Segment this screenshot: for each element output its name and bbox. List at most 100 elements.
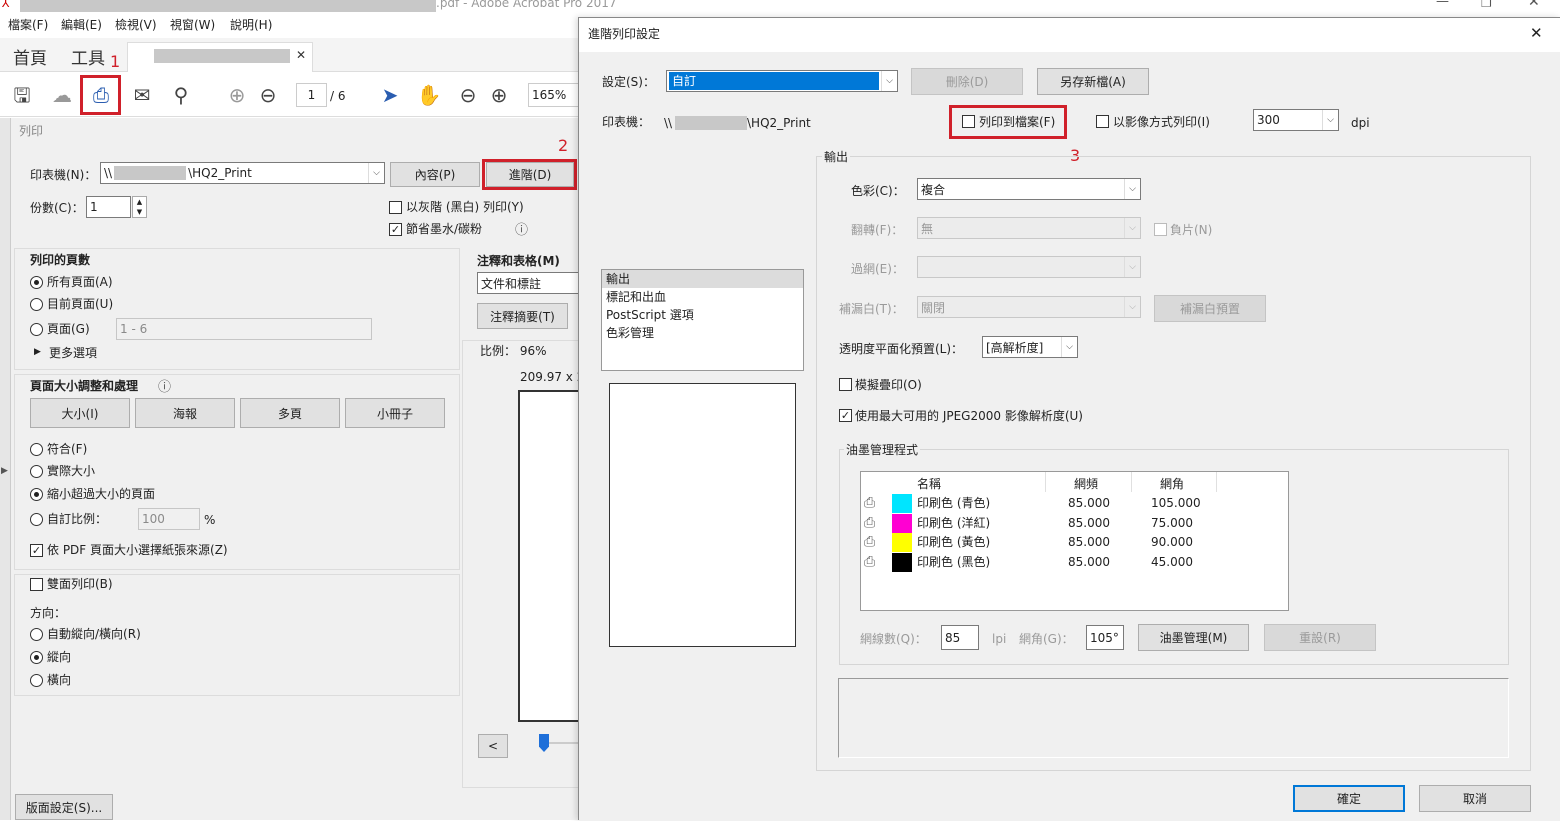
- next-page-icon[interactable]: ⊖: [255, 83, 281, 107]
- menu-window[interactable]: 視窗(W): [170, 17, 215, 33]
- radio-actual-size[interactable]: [30, 465, 43, 478]
- highlight-advanced-button: [482, 159, 577, 190]
- summarize-comments-button[interactable]: 注釋摘要(T): [477, 303, 568, 329]
- tab-tools[interactable]: 工具: [71, 44, 105, 69]
- simulate-overprint-checkbox[interactable]: [839, 378, 852, 391]
- auto-orient-label: 自動縱向/橫向(R): [47, 627, 141, 641]
- ink-header-divider: [1045, 472, 1046, 492]
- trap-presets-button[interactable]: 補漏白預置: [1154, 295, 1266, 322]
- properties-button[interactable]: 內容(P): [390, 162, 480, 187]
- radio-current-page[interactable]: [30, 298, 43, 311]
- custom-scale-input[interactable]: 100: [138, 508, 200, 530]
- radio-auto-orient[interactable]: [30, 628, 43, 641]
- save-icon[interactable]: 🖫: [9, 83, 35, 107]
- trapping-select[interactable]: 關閉 ⌵: [917, 296, 1141, 318]
- printer-select[interactable]: \\ \HQ2_Print ⌵: [100, 162, 385, 184]
- close-window-icon[interactable]: ✕: [1528, 0, 1540, 10]
- copies-input[interactable]: 1: [86, 196, 131, 218]
- radio-custom-scale[interactable]: [30, 513, 43, 526]
- zoom-in-icon[interactable]: ⊕: [486, 83, 512, 107]
- expand-triangle-icon[interactable]: ▶: [34, 347, 41, 357]
- grayscale-checkbox[interactable]: [389, 201, 402, 214]
- duplex-checkbox[interactable]: [30, 578, 43, 591]
- color-select[interactable]: 複合 ⌵: [917, 178, 1141, 200]
- minimize-icon[interactable]: —: [1436, 0, 1449, 9]
- jpeg2000-checkbox[interactable]: ✓: [839, 409, 852, 422]
- negative-checkbox[interactable]: [1154, 223, 1167, 236]
- menu-file[interactable]: 檔案(F): [8, 17, 48, 33]
- mail-icon[interactable]: ✉: [129, 83, 155, 107]
- poster-button[interactable]: 海報: [135, 398, 235, 428]
- flattener-select[interactable]: [高解析度] ⌵: [982, 336, 1078, 358]
- copies-spinner[interactable]: ▲ ▼: [132, 196, 147, 218]
- flip-select[interactable]: 無 ⌵: [917, 217, 1141, 239]
- settings-select[interactable]: 自訂 ⌵: [666, 70, 898, 92]
- cancel-button[interactable]: 取消: [1419, 785, 1531, 812]
- sizing-info-icon[interactable]: ⓘ: [158, 376, 171, 395]
- lpi-input[interactable]: 85: [941, 625, 979, 650]
- reset-button[interactable]: 重設(R): [1264, 624, 1376, 651]
- radio-shrink[interactable]: [30, 488, 43, 501]
- page-setup-button[interactable]: 版面設定(S)...: [15, 794, 113, 820]
- select-cursor-icon[interactable]: ➤: [377, 83, 403, 107]
- maximize-icon[interactable]: ❐: [1481, 0, 1492, 10]
- right-edge-bar: [1553, 60, 1560, 820]
- category-output[interactable]: 輸出: [602, 270, 803, 288]
- annotation-1: 1: [110, 52, 121, 71]
- pages-range-input[interactable]: 1 - 6: [116, 318, 372, 340]
- radio-landscape[interactable]: [30, 674, 43, 687]
- radio-portrait[interactable]: [30, 651, 43, 664]
- booklet-button[interactable]: 小冊子: [345, 398, 445, 428]
- print-as-image-checkbox[interactable]: [1096, 115, 1109, 128]
- table-row[interactable]: ⎙ 印刷色 (黑色) 85.000 45.000: [861, 552, 1288, 572]
- prev-page-icon[interactable]: ⊕: [224, 83, 250, 107]
- ok-button[interactable]: 確定: [1293, 785, 1405, 812]
- comments-select[interactable]: 文件和標註: [477, 272, 580, 294]
- angle-input[interactable]: 105°: [1086, 625, 1124, 650]
- pages-label: 頁面(G): [47, 322, 90, 336]
- screening-select[interactable]: ⌵: [917, 256, 1141, 278]
- expand-arrow-icon[interactable]: ▶: [1, 466, 8, 476]
- more-options-link[interactable]: 更多選項: [49, 345, 97, 361]
- radio-fit[interactable]: [30, 443, 43, 456]
- size-button[interactable]: 大小(I): [30, 398, 130, 428]
- category-postscript[interactable]: PostScript 選項: [602, 306, 803, 324]
- adv-printer-label: 印表機：: [602, 115, 651, 129]
- close-tab-icon[interactable]: ✕: [296, 48, 306, 62]
- multiple-button[interactable]: 多頁: [240, 398, 340, 428]
- zoom-out-icon[interactable]: ⊖: [455, 83, 481, 107]
- title-bar: ⅄ .pdf - Adobe Acrobat Pro 2017 — ❐ ✕: [0, 0, 1560, 12]
- zoom-input[interactable]: 165%: [528, 83, 580, 107]
- menu-edit[interactable]: 編輯(E): [61, 17, 102, 33]
- ink-header-freq: 網頻: [1074, 477, 1099, 491]
- category-marks-bleeds[interactable]: 標記和出血: [602, 288, 803, 306]
- actual-size-label: 實際大小: [47, 464, 96, 478]
- close-icon[interactable]: ✕: [1530, 24, 1543, 42]
- prev-page-button[interactable]: <: [478, 734, 508, 758]
- tab-home[interactable]: 首頁: [13, 44, 47, 69]
- category-color-management[interactable]: 色彩管理: [602, 324, 803, 342]
- save-ink-checkbox[interactable]: ✓: [389, 223, 402, 236]
- ink-frequency: 85.000: [1068, 515, 1110, 530]
- table-row[interactable]: ⎙ 印刷色 (黃色) 85.000 90.000: [861, 533, 1288, 552]
- info-icon[interactable]: ⓘ: [515, 219, 528, 238]
- page-number-input[interactable]: 1: [296, 83, 327, 107]
- radio-pages[interactable]: [30, 323, 43, 336]
- save-as-button[interactable]: 另存新檔(A): [1037, 68, 1149, 95]
- highlight-print-icon: [80, 75, 121, 115]
- table-row[interactable]: ⎙ 印刷色 (洋紅) 85.000 75.000: [861, 513, 1288, 533]
- search-icon[interactable]: ⚲: [168, 83, 194, 107]
- menu-help[interactable]: 說明(H): [230, 17, 272, 33]
- dpi-select[interactable]: 300 ⌵: [1253, 109, 1339, 131]
- ink-manager-button[interactable]: 油墨管理(M): [1138, 624, 1249, 651]
- menu-view[interactable]: 檢視(V): [115, 17, 157, 33]
- print-as-image-label: 以影像方式列印(I): [1113, 115, 1210, 129]
- radio-all-pages[interactable]: [30, 276, 43, 289]
- landscape-label: 橫向: [47, 673, 72, 687]
- tab-document[interactable]: ✕: [127, 42, 313, 72]
- upload-cloud-icon[interactable]: ☁: [49, 83, 75, 107]
- table-row[interactable]: ⎙ 印刷色 (青色) 85.000 105.000: [861, 494, 1288, 513]
- choose-source-checkbox[interactable]: ✓: [30, 544, 43, 557]
- delete-button[interactable]: 刪除(D): [911, 68, 1023, 95]
- hand-tool-icon[interactable]: ✋: [416, 83, 442, 107]
